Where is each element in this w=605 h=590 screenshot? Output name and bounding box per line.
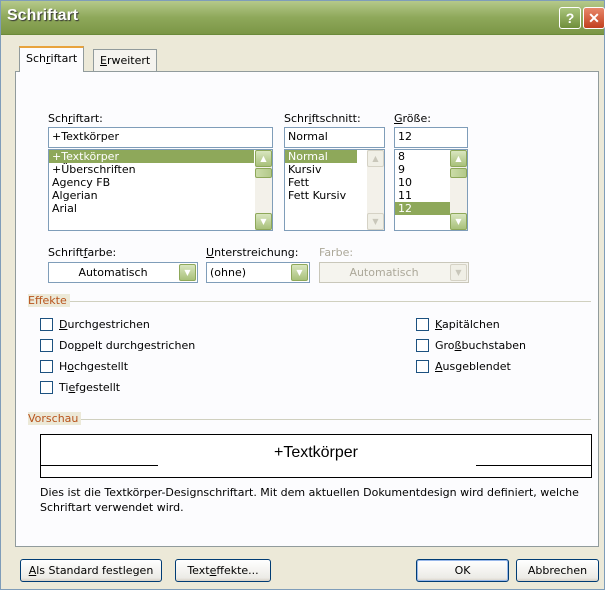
list-item[interactable]: 8 xyxy=(395,150,450,163)
scroll-thumb[interactable] xyxy=(450,168,467,178)
effect-label[interactable]: Hochgestellt xyxy=(59,360,128,373)
list-item[interactable]: 9 xyxy=(395,163,450,176)
chevron-down-icon[interactable]: ▼ xyxy=(179,264,196,281)
font-input[interactable]: +Textkörper xyxy=(48,127,273,148)
effects-title: Effekte xyxy=(28,294,70,307)
list-item[interactable]: Arial xyxy=(49,202,254,215)
list-item[interactable]: +Textkörper xyxy=(49,150,254,163)
size-list[interactable]: 8 9 10 11 12 ▲ ▼ xyxy=(394,149,468,231)
help-icon[interactable]: ? xyxy=(559,7,581,29)
scroll-up-icon[interactable]: ▲ xyxy=(255,150,272,167)
font-color-label: Schriftfarbe: xyxy=(48,246,117,259)
effect-label[interactable]: Ausgeblendet xyxy=(435,360,511,373)
title-bar[interactable]: Schriftart ? ✕ xyxy=(1,1,605,35)
underline-label: Unterstreichung: xyxy=(206,246,299,259)
font-label: Schriftart: xyxy=(48,112,103,125)
list-item[interactable]: Algerian xyxy=(49,189,254,202)
list-item[interactable]: +Überschriften xyxy=(49,163,254,176)
effect-checkbox[interactable] xyxy=(416,339,429,352)
tab-erweitert[interactable]: Erweitert xyxy=(93,49,158,72)
effect-checkbox[interactable] xyxy=(40,318,53,331)
effect-label[interactable]: Doppelt durchgestrichen xyxy=(59,339,195,352)
style-label: Schriftschnitt: xyxy=(284,112,361,125)
preview-title: Vorschau xyxy=(28,412,82,425)
tab-schriftart[interactable]: Schriftart xyxy=(19,46,85,72)
preview-line-right xyxy=(476,465,591,466)
scroll-thumb[interactable] xyxy=(255,168,272,178)
font-scrollbar[interactable]: ▲ ▼ xyxy=(255,150,272,230)
effect-checkbox[interactable] xyxy=(416,318,429,331)
effect-checkbox[interactable] xyxy=(40,360,53,373)
font-list[interactable]: +Textkörper +Überschriften Agency FB Algeri… xyxy=(48,149,273,231)
font-dialog: Schriftart ? ✕ Schriftart Erweitert Schr… xyxy=(0,0,605,590)
underline-color-select: Automatisch ▼ xyxy=(319,262,469,283)
text-effects-button[interactable]: Texteffekte... xyxy=(175,559,271,582)
preview-divider xyxy=(31,419,591,420)
chevron-down-icon[interactable]: ▼ xyxy=(291,264,308,281)
underline-select[interactable]: (ohne) ▼ xyxy=(206,262,310,283)
effects-divider xyxy=(31,301,591,302)
size-input[interactable]: 12 xyxy=(394,127,468,148)
effect-label[interactable]: Großbuchstaben xyxy=(435,339,526,352)
effect-label[interactable]: Durchgestrichen xyxy=(59,318,150,331)
size-label: Größe: xyxy=(394,112,431,125)
effect-checkbox[interactable] xyxy=(40,339,53,352)
effect-checkbox[interactable] xyxy=(416,360,429,373)
scroll-up-icon: ▲ xyxy=(367,150,384,167)
list-item[interactable]: Normal xyxy=(285,150,357,163)
list-item[interactable]: 12 xyxy=(395,202,450,215)
preview-line-left xyxy=(41,465,158,466)
list-item[interactable]: 11 xyxy=(395,189,450,202)
chevron-down-icon: ▼ xyxy=(450,264,467,281)
preview-sample: +Textkörper xyxy=(273,444,359,461)
list-item[interactable]: Kursiv xyxy=(285,163,357,176)
list-item[interactable]: Fett Kursiv xyxy=(285,189,357,202)
ok-button[interactable]: OK xyxy=(416,559,509,582)
scroll-down-icon[interactable]: ▼ xyxy=(450,213,467,230)
style-input[interactable]: Normal xyxy=(284,127,385,148)
set-default-button[interactable]: Als Standard festlegen xyxy=(20,559,162,582)
scroll-down-icon: ▼ xyxy=(367,213,384,230)
scroll-up-icon[interactable]: ▲ xyxy=(450,150,467,167)
cancel-button[interactable]: Abbrechen xyxy=(516,559,599,582)
effect-checkbox[interactable] xyxy=(40,381,53,394)
underline-color-label: Farbe: xyxy=(319,246,354,259)
scroll-down-icon[interactable]: ▼ xyxy=(255,213,272,230)
list-item[interactable]: Fett xyxy=(285,176,357,189)
font-color-select[interactable]: Automatisch ▼ xyxy=(48,262,198,283)
list-item[interactable]: Agency FB xyxy=(49,176,254,189)
dialog-title: Schriftart xyxy=(7,7,79,24)
style-list[interactable]: Normal Kursiv Fett Fett Kursiv ▲ ▼ xyxy=(284,149,385,231)
style-scrollbar: ▲ ▼ xyxy=(367,150,384,230)
size-scrollbar[interactable]: ▲ ▼ xyxy=(450,150,467,230)
effect-label[interactable]: Tiefgestellt xyxy=(59,381,120,394)
effect-label[interactable]: Kapitälchen xyxy=(435,318,500,331)
list-item[interactable]: 10 xyxy=(395,176,450,189)
preview-box: +Textkörper xyxy=(40,434,592,478)
preview-description: Dies ist die Textkörper-Designschriftart… xyxy=(40,486,579,514)
close-icon[interactable]: ✕ xyxy=(583,7,605,29)
